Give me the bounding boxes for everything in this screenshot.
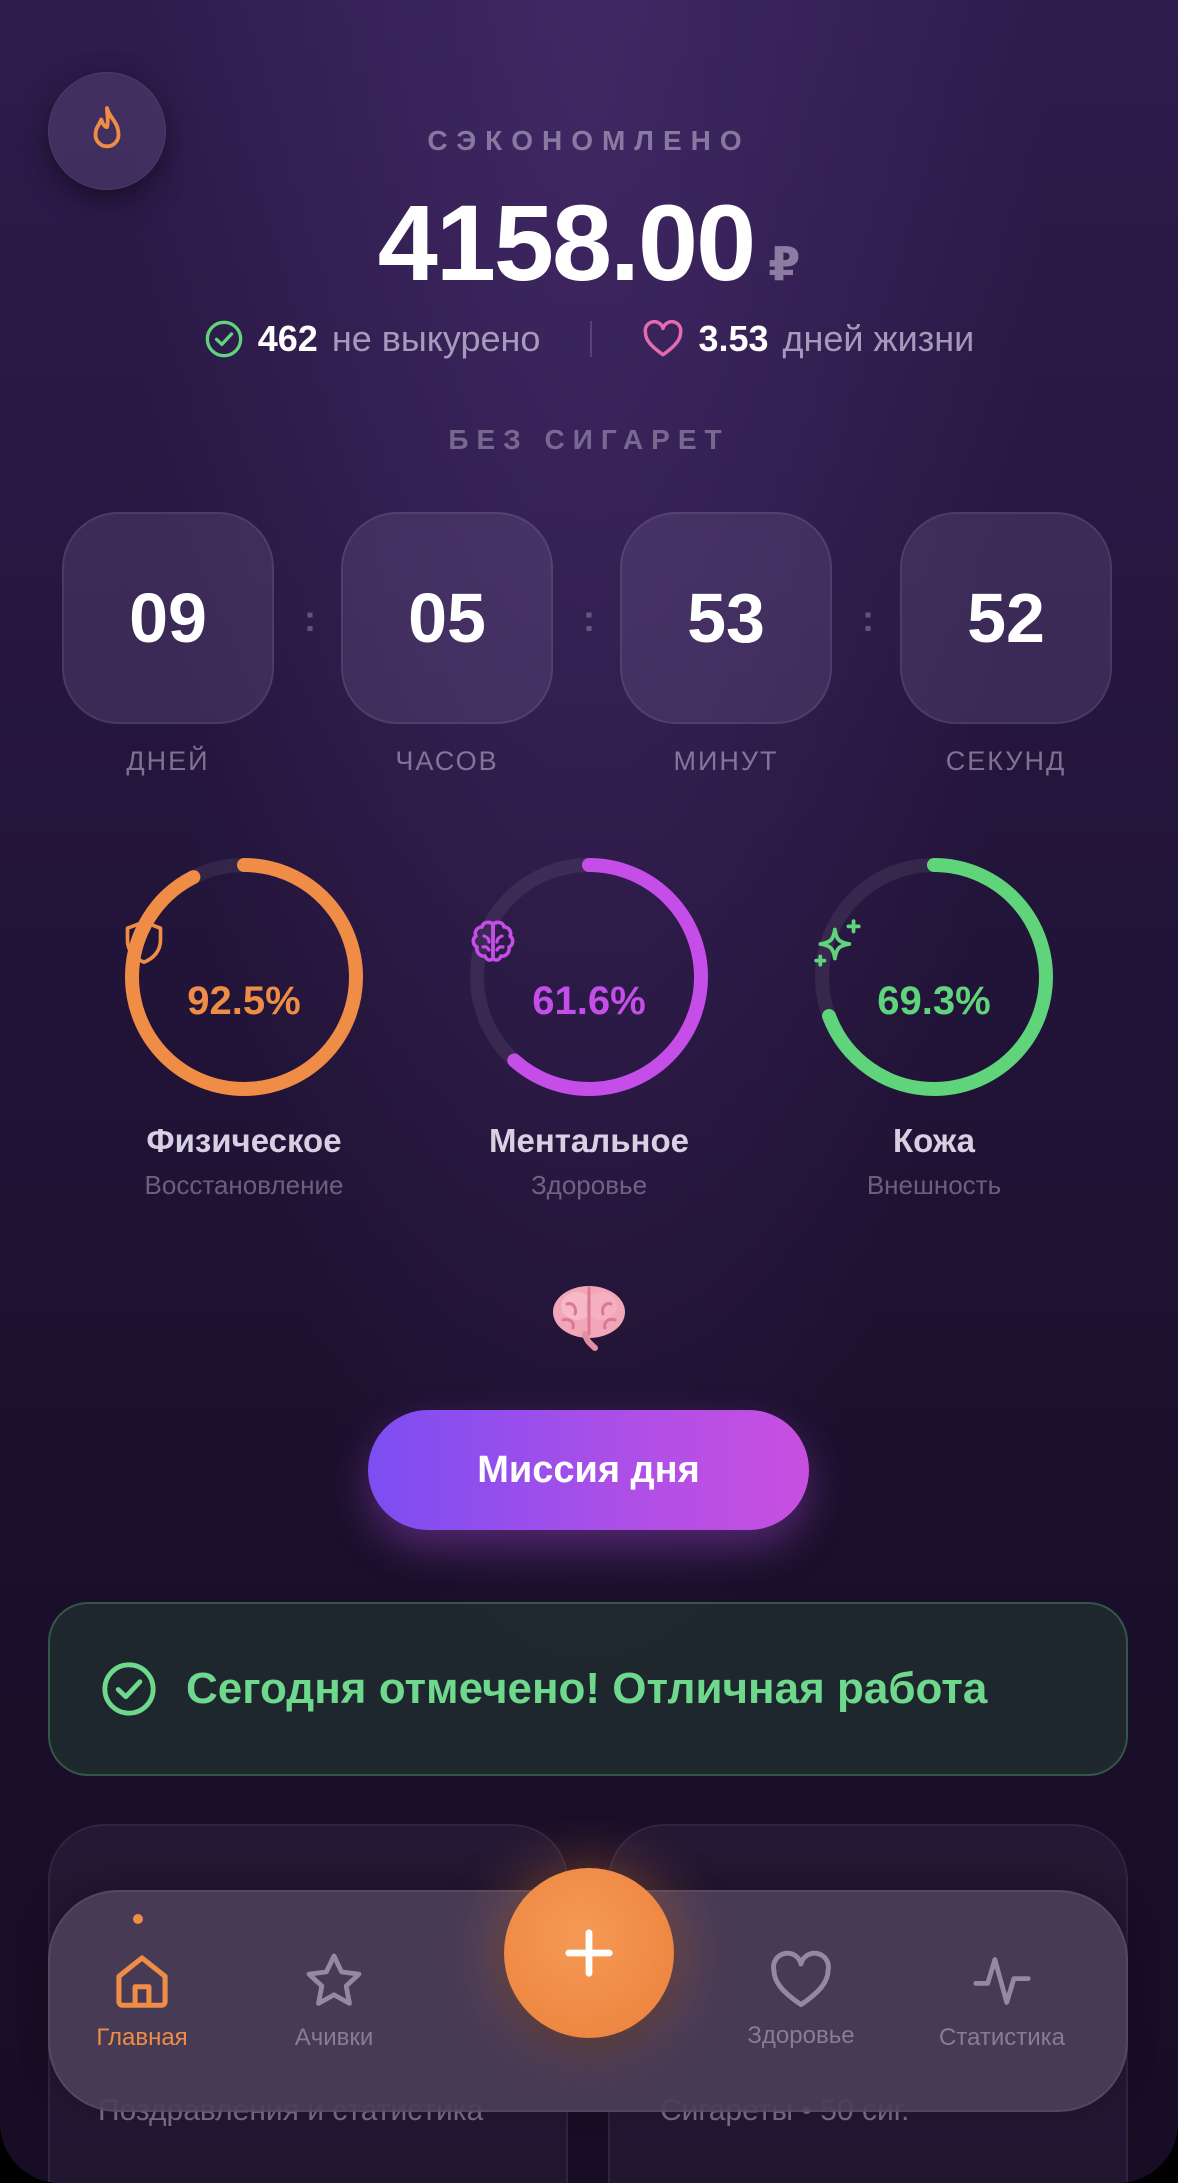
ring-physical-subtitle: Восстановление	[144, 1170, 344, 1200]
activity-icon	[973, 1957, 1031, 2005]
done-text: Сегодня отмечено! Отличная работа	[186, 1664, 988, 1713]
not-smoked-label: не выкурено	[331, 318, 541, 359]
tab-home-label: Главная	[96, 2024, 188, 2051]
ring-progress-arc	[125, 858, 363, 1096]
timer-days: 09	[62, 512, 274, 724]
star-icon	[306, 1953, 362, 2006]
home-icon	[116, 1955, 168, 2008]
ring-skin-subtitle: Внешность	[866, 1170, 1002, 1200]
timer-hours: 05	[341, 512, 553, 724]
ring-physical-percent: 92.5%	[187, 979, 301, 1023]
saved-value: 4158.00	[377, 182, 756, 303]
brain-emoji	[549, 1282, 629, 1352]
sparkle-icon	[814, 919, 861, 967]
ring-physical-title: Физическое	[146, 1122, 342, 1159]
ring-mental-title: Ментальное	[489, 1122, 689, 1159]
not-smoked-count: 462	[257, 318, 318, 359]
stats-row: 462 не выкурено 3.53 дней жизни	[0, 318, 1178, 360]
ring-mental-subtitle: Здоровье	[530, 1170, 648, 1200]
heart-icon	[771, 1950, 831, 2008]
timer-days-label: ДНЕЙ	[126, 746, 210, 776]
timer-separator: :	[583, 598, 595, 639]
not-smoked-stat: 462 не выкурено	[204, 318, 541, 360]
tab-statistics[interactable]: Статистика	[912, 1950, 1092, 2052]
timer-minutes-label: МИНУТ	[673, 746, 779, 776]
brain-icon	[471, 920, 515, 962]
ring-skin-percent: 69.3%	[877, 979, 991, 1023]
tab-health-label: Здоровье	[747, 2022, 855, 2049]
ring-mental-percent: 61.6%	[532, 979, 646, 1023]
stats-divider	[590, 321, 593, 357]
shield-icon	[125, 919, 163, 964]
tab-health[interactable]: Здоровье	[711, 1950, 891, 2050]
ring-mental[interactable]: 61.6%	[467, 855, 711, 1099]
done-banner: Сегодня отмечено! Отличная работа	[48, 1602, 1128, 1776]
life-days-count: 3.53	[698, 318, 769, 359]
timer-seconds: 52	[900, 512, 1112, 724]
add-button[interactable]	[504, 1868, 674, 2038]
life-days-stat: 3.53 дней жизни	[642, 318, 974, 360]
tab-statistics-label: Статистика	[938, 2024, 1066, 2051]
ring-mental-chart	[470, 858, 708, 1096]
ring-skin[interactable]: 69.3%	[812, 855, 1056, 1099]
timer-separator: :	[862, 598, 874, 639]
ring-physical-chart	[125, 858, 363, 1096]
ring-physical[interactable]: 92.5%	[122, 855, 366, 1099]
tab-achievements[interactable]: Ачивки	[244, 1950, 424, 2052]
heart-icon	[643, 319, 683, 357]
ring-skin-title: Кожа	[892, 1122, 976, 1159]
active-tab-dot	[133, 1914, 143, 1924]
tab-achievements-label: Ачивки	[294, 2024, 374, 2051]
timer-label: БЕЗ СИГАРЕТ	[448, 424, 730, 455]
saved-label: СЭКОНОМЛЕНО	[427, 125, 751, 156]
app-screen: СЭКОНОМЛЕНО 4158.00 ₽ 462 не выкурено 3.…	[0, 0, 1178, 2183]
plus-icon	[565, 1929, 613, 1977]
timer-separator: :	[304, 598, 316, 639]
timer-minutes: 53	[620, 512, 832, 724]
timer-seconds-label: СЕКУНД	[945, 746, 1067, 776]
saved-amount: 4158.00 ₽	[0, 180, 1178, 305]
check-circle-icon	[205, 320, 243, 358]
check-circle-icon	[102, 1662, 156, 1716]
mission-button[interactable]: Миссия дня	[368, 1410, 809, 1530]
life-days-label: дней жизни	[782, 318, 975, 359]
timer-hours-label: ЧАСОВ	[395, 746, 499, 776]
tab-home[interactable]: Главная	[52, 1950, 232, 2052]
ring-skin-chart	[815, 858, 1053, 1096]
currency-symbol: ₽	[768, 238, 801, 290]
